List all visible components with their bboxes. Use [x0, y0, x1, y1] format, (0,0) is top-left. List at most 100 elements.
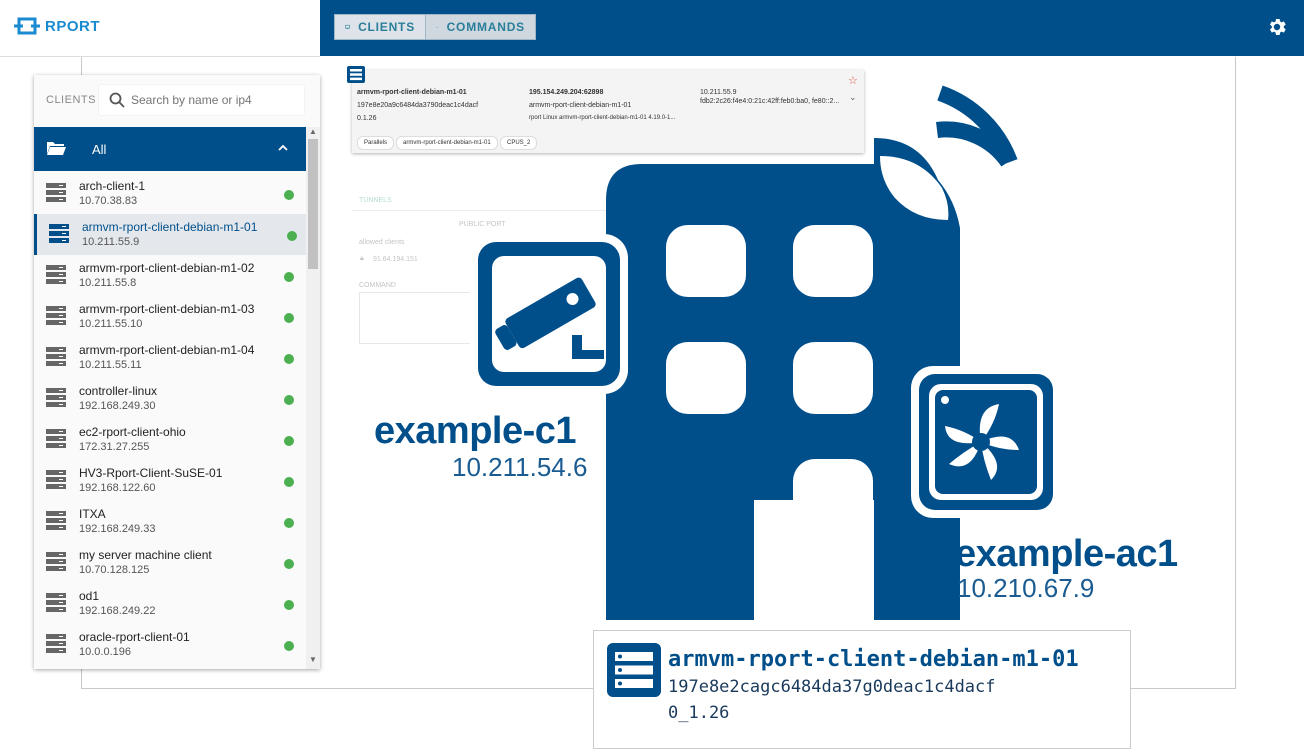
search-icon — [109, 92, 125, 108]
client-ip: 192.168.249.33 — [79, 523, 156, 535]
online-status-dot — [284, 641, 294, 651]
server-icon — [46, 183, 66, 202]
client-name: ec2-rport-client-ohio — [79, 425, 186, 439]
detail-id: 197e8e20a9c6484da3790deac1c4dacf — [357, 102, 479, 109]
client-list-item[interactable]: arch-client-1 10.70.38.83 — [34, 173, 306, 214]
client-name: armvm-rport-client-debian-m1-04 — [79, 343, 255, 357]
info-client-name: armvm-rport-client-debian-m1-01 — [668, 647, 1079, 672]
client-name: controller-linux — [79, 384, 158, 398]
client-name: ITXA — [79, 507, 106, 521]
lock-icon: 🔒︎ — [360, 255, 364, 262]
tunnel-header-allowed-clients: allowed clients — [359, 239, 405, 246]
info-client-id: 197e8e2cagc6484da37g0deac1c4dacf — [668, 677, 996, 697]
online-status-dot — [284, 600, 294, 610]
client-name: my server machine client — [79, 548, 212, 562]
client-name: HV3-Rport-Client-SuSE-01 — [79, 466, 223, 480]
info-client-version: 0_1.26 — [668, 703, 730, 723]
tag-chip: Parallels — [357, 136, 395, 150]
server-icon — [49, 224, 69, 243]
tab-tunnels[interactable]: TUNNELS — [359, 197, 392, 204]
server-icon — [607, 643, 661, 697]
server-icon — [46, 552, 66, 571]
server-icon — [46, 306, 66, 325]
client-ip: 172.31.27.255 — [79, 441, 150, 453]
logo-area: RPORT — [0, 0, 320, 57]
client-list: arch-client-1 10.70.38.83 armvm-rport-clie… — [34, 173, 306, 669]
client-name: armvm-rport-client-debian-m1-03 — [79, 302, 255, 316]
tunnel-allowed-ip: 91.64.194.151 — [373, 256, 418, 263]
client-list-item[interactable]: armvm-rport-client-debian-m1-02 10.211.55… — [34, 255, 306, 296]
server-icon — [46, 347, 66, 366]
search-box — [99, 85, 304, 115]
ac-ip: 10.210.67.9 — [957, 573, 1095, 603]
server-icon — [46, 511, 66, 530]
client-name: armvm-rport-client-debian-m1-02 — [79, 261, 255, 275]
client-list-item[interactable]: oracle-rport-client-01 10.0.0.196 — [34, 624, 306, 665]
client-ip: 10.211.55.9 — [82, 236, 140, 248]
server-icon — [46, 634, 66, 653]
detail-name: armvm-rport-client-debian-m1-01 — [357, 89, 467, 96]
nav-clients-label: CLIENTS — [358, 20, 415, 34]
signal-waves-icon — [936, 85, 1018, 167]
server-icon — [46, 265, 66, 284]
command-label: COMMAND — [359, 282, 396, 289]
online-status-dot — [284, 477, 294, 487]
nav-commands-label: COMMANDS — [446, 20, 525, 34]
client-list-item[interactable]: HV3-Rport-Client-SuSE-01 192.168.122.60 — [34, 460, 306, 501]
client-ip: 192.168.122.60 — [79, 482, 156, 494]
client-ip: 10.70.128.125 — [79, 564, 150, 576]
server-icon — [46, 470, 66, 489]
client-list-item[interactable]: armvm-rport-client-debian-m1-04 10.211.55… — [34, 337, 306, 378]
client-list-item[interactable]: my server machine client 10.70.128.125 — [34, 542, 306, 583]
logo-text: RPORT — [45, 18, 100, 35]
search-input[interactable] — [131, 85, 299, 115]
scroll-up-icon[interactable]: ▲ — [309, 127, 317, 136]
gear-icon[interactable] — [1266, 16, 1288, 38]
rport-logo-icon — [14, 17, 40, 35]
client-ip: 192.168.249.30 — [79, 400, 156, 412]
online-status-dot — [284, 190, 294, 200]
client-list-item[interactable]: armvm-rport-client-debian-m1-03 10.211.55… — [34, 296, 306, 337]
chevron-up-icon[interactable] — [277, 142, 289, 154]
server-icon — [46, 388, 66, 407]
online-status-dot — [284, 436, 294, 446]
client-list-item[interactable]: ITXA 192.168.249.33 — [34, 501, 306, 542]
client-ip: 10.70.38.83 — [79, 195, 138, 207]
client-list-item[interactable]: controller-linux 192.168.249.30 — [34, 378, 306, 419]
scrollbar-thumb[interactable] — [308, 139, 318, 269]
folder-open-icon — [47, 142, 66, 155]
server-icon — [46, 593, 66, 612]
camera-name: example-c1 — [374, 410, 577, 452]
nav-clients-button[interactable]: CLIENTS — [334, 14, 426, 40]
group-all-label: All — [92, 142, 107, 157]
client-name: arch-client-1 — [79, 179, 146, 193]
scroll-down-icon[interactable]: ▼ — [309, 655, 317, 664]
client-ip: 192.168.249.22 — [79, 605, 156, 617]
building-icon — [606, 138, 960, 620]
camera-device-icon — [470, 234, 628, 394]
camera-ip: 10.211.54.6 — [452, 452, 588, 482]
server-icon — [347, 66, 365, 83]
online-status-dot — [284, 272, 294, 282]
client-ip: 10.211.55.10 — [79, 318, 143, 330]
client-name: oracle-rport-client-01 — [79, 630, 190, 644]
client-list-item[interactable]: ec2-rport-client-ohio 172.31.27.255 — [34, 419, 306, 460]
clients-sidebar: CLIENTS All arch-client-1 10.70.38.83 armv… — [34, 75, 320, 669]
fan-device-icon — [911, 366, 1061, 518]
client-list-item[interactable]: armvm-rport-client-debian-m1-01 10.211.55… — [34, 214, 306, 255]
group-all-header[interactable]: All — [34, 127, 306, 171]
scrollbar[interactable]: ▲ ▼ — [306, 127, 320, 669]
online-status-dot — [284, 313, 294, 323]
online-status-dot — [284, 354, 294, 364]
client-list-item[interactable]: od1 192.168.249.22 — [34, 583, 306, 624]
client-ip: 10.211.55.8 — [79, 277, 137, 289]
online-status-dot — [287, 231, 297, 241]
online-status-dot — [284, 395, 294, 405]
terminal-icon — [436, 26, 439, 28]
online-status-dot — [284, 518, 294, 528]
client-ip: 10.0.0.196 — [79, 646, 131, 658]
client-info-box: armvm-rport-client-debian-m1-01 197e8e2c… — [593, 630, 1131, 749]
ac-name: example-ac1 — [955, 533, 1178, 575]
online-status-dot — [284, 559, 294, 569]
nav-commands-button[interactable]: COMMANDS — [426, 14, 536, 40]
